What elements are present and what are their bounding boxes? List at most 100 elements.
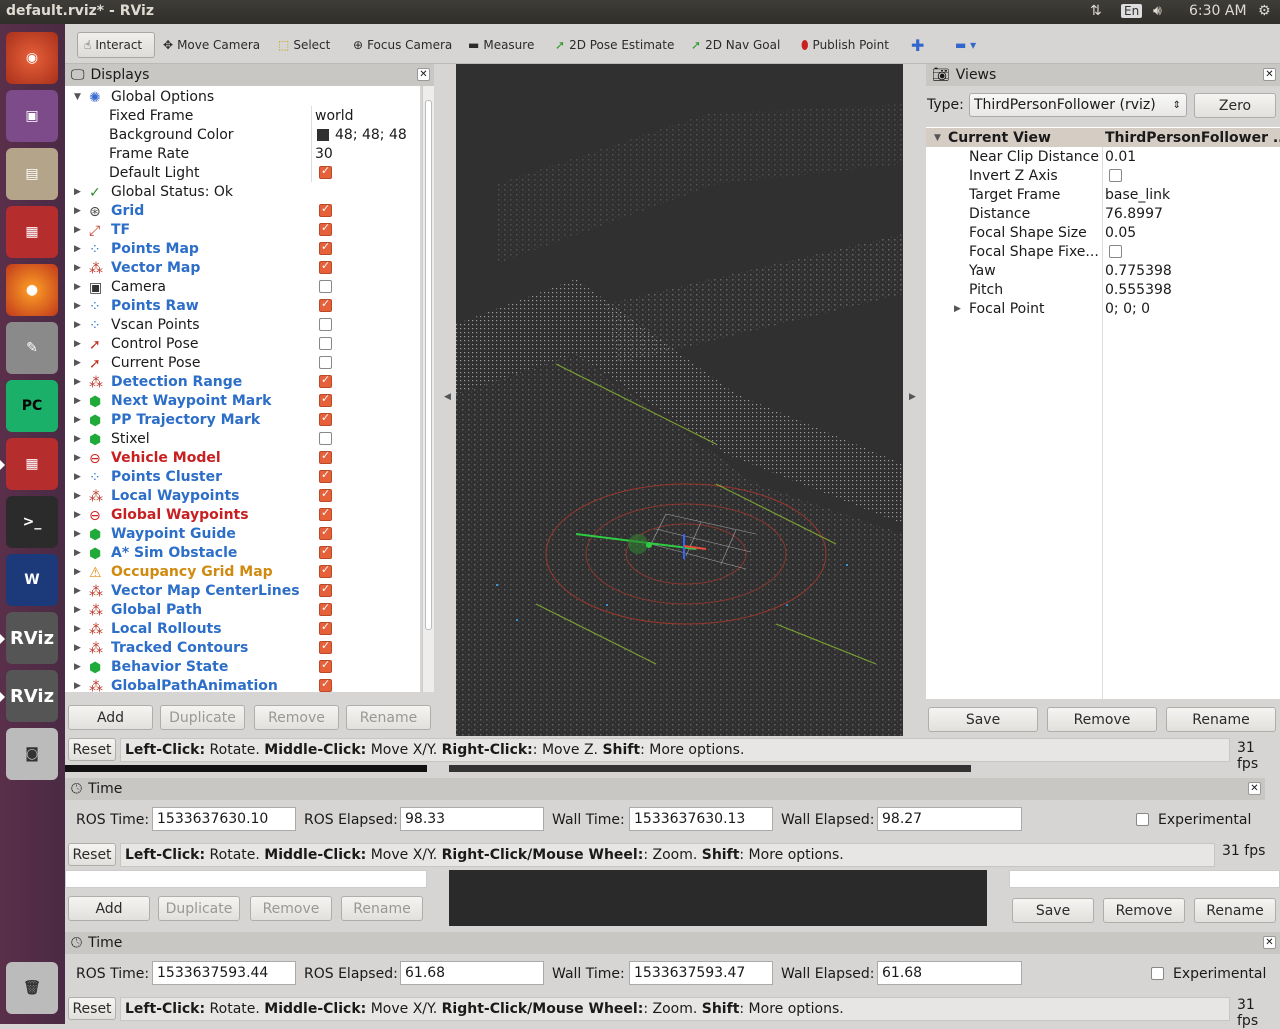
wall-time-field[interactable]: 1533637630.13 — [629, 807, 773, 831]
display-item-row[interactable]: ▶ ⁘ Points Cluster — [65, 467, 420, 486]
display-item-row[interactable]: ▶ ⤢ TF — [65, 220, 420, 239]
ghost-remove-button[interactable]: Remove — [250, 896, 332, 921]
keyboard-indicator[interactable]: En — [1121, 4, 1143, 18]
display-item-row[interactable]: ▶ ➚ Current Pose — [65, 353, 420, 372]
autoware-icon[interactable]: W — [6, 554, 58, 606]
expand-arrow-icon[interactable]: ▶ — [74, 263, 81, 273]
display-enable-checkbox[interactable] — [319, 240, 332, 255]
view-prop-row[interactable]: Target Frame base_link — [926, 185, 1280, 204]
display-enable-checkbox[interactable] — [319, 432, 332, 445]
display-item-row[interactable]: ▶ ⁂ Tracked Contours — [65, 638, 420, 657]
expand-arrow-icon[interactable]: ▶ — [74, 605, 81, 615]
display-enable-checkbox[interactable] — [319, 620, 332, 635]
reset-button[interactable]: Reset — [68, 997, 116, 1020]
collapse-right-icon[interactable]: ▶ — [909, 392, 916, 402]
rename-button[interactable]: Rename — [1166, 707, 1276, 732]
expand-arrow-icon[interactable]: ▼ — [934, 133, 941, 143]
display-item-row[interactable]: ▶ ⚠ Occupancy Grid Map — [65, 562, 420, 581]
color-swatch[interactable] — [317, 129, 329, 141]
ghost-duplicate-button[interactable]: Duplicate — [158, 896, 240, 921]
firefox-icon[interactable]: ● — [6, 264, 58, 316]
rviz-icon-2[interactable]: RViz — [0, 670, 58, 722]
expand-arrow-icon[interactable]: ▼ — [74, 92, 81, 102]
settings-icon[interactable]: ✎ — [6, 322, 58, 374]
expand-arrow-icon[interactable]: ▶ — [74, 662, 81, 672]
display-enable-checkbox[interactable] — [319, 318, 332, 331]
view-prop-row[interactable]: Pitch 0.555398 — [926, 280, 1280, 299]
interact-tool[interactable]: ☝ Interact — [77, 32, 155, 58]
files-icon[interactable]: ▤ — [6, 148, 58, 200]
display-enable-checkbox[interactable] — [319, 677, 332, 692]
clock[interactable]: 6:30 AM — [1189, 3, 1247, 19]
view-prop-row[interactable]: ▶ Focal Point 0; 0; 0 — [926, 299, 1280, 318]
volume-icon[interactable]: 🔊︎ — [1153, 3, 1162, 19]
pycharm-icon[interactable]: PC — [6, 380, 58, 432]
display-enable-checkbox[interactable] — [319, 449, 332, 464]
ros-elapsed-field[interactable]: 61.68 — [400, 961, 544, 985]
expand-arrow-icon[interactable]: ▶ — [74, 244, 81, 254]
display-enable-checkbox[interactable] — [319, 487, 332, 502]
network-icon[interactable]: ⇅ — [1090, 3, 1102, 19]
gear-icon[interactable]: ⚙ — [1258, 3, 1271, 19]
display-enable-checkbox[interactable] — [319, 337, 332, 350]
view-prop-row[interactable]: Yaw 0.775398 — [926, 261, 1280, 280]
display-enable-checkbox[interactable] — [319, 658, 332, 673]
remove-button[interactable]: Remove — [1047, 707, 1157, 732]
view-prop-row[interactable]: Near Clip Distance 0.01 — [926, 147, 1280, 166]
display-item-row[interactable]: ▶ ⬢ PP Trajectory Mark — [65, 410, 420, 429]
scrollbar-thumb[interactable] — [425, 100, 432, 630]
experimental-checkbox[interactable] — [1151, 967, 1164, 980]
expand-arrow-icon[interactable]: ▶ — [74, 567, 81, 577]
view-prop-checkbox[interactable] — [1109, 245, 1122, 258]
display-enable-checkbox[interactable] — [319, 280, 332, 293]
save-button[interactable]: Save — [928, 707, 1038, 732]
display-enable-checkbox[interactable] — [319, 202, 332, 217]
display-item-row[interactable]: ▶ ▣ Camera — [65, 277, 420, 296]
display-enable-checkbox[interactable] — [319, 563, 332, 578]
publish-point-tool[interactable]: ⬮ Publish Point — [801, 32, 889, 58]
expand-arrow-icon[interactable]: ▶ — [74, 320, 81, 330]
display-enable-checkbox[interactable] — [319, 544, 332, 559]
display-enable-checkbox[interactable] — [319, 506, 332, 521]
expand-arrow-icon[interactable]: ▶ — [74, 206, 81, 216]
display-enable-checkbox[interactable] — [319, 525, 332, 540]
ghost-rename-button[interactable]: Rename — [341, 896, 423, 921]
current-view-row[interactable]: ▼ Current View ThirdPersonFollower ... — [926, 128, 1280, 147]
view-prop-row[interactable]: Focal Shape Size 0.05 — [926, 223, 1280, 242]
display-enable-checkbox[interactable] — [319, 639, 332, 654]
display-item-row[interactable]: ▶ ⁂ Local Waypoints — [65, 486, 420, 505]
wall-elapsed-field[interactable]: 98.27 — [877, 807, 1022, 831]
display-item-row[interactable]: ▶ ⬢ Next Waypoint Mark — [65, 391, 420, 410]
rename-button[interactable]: Rename — [346, 705, 431, 730]
view-prop-checkbox[interactable] — [1109, 169, 1122, 182]
nav-goal-tool[interactable]: ➚ 2D Nav Goal — [691, 32, 780, 58]
reset-button[interactable]: Reset — [68, 738, 116, 761]
expand-arrow-icon[interactable]: ▶ — [74, 491, 81, 501]
view-prop-row[interactable]: Distance 76.8997 — [926, 204, 1280, 223]
displays-scrollbar[interactable] — [422, 86, 434, 692]
display-item-row[interactable]: ▶ ⁘ Points Map — [65, 239, 420, 258]
terminal-icon[interactable]: >_ — [6, 496, 58, 548]
default-light-checkbox[interactable] — [319, 164, 332, 179]
view-type-select[interactable]: ThirdPersonFollower (rviz) ⇕ — [969, 93, 1187, 117]
expand-arrow-icon[interactable]: ▶ — [74, 681, 81, 691]
expand-arrow-icon[interactable]: ▶ — [74, 301, 81, 311]
close-icon[interactable]: ✕ — [1263, 936, 1276, 949]
expand-arrow-icon[interactable]: ▶ — [74, 377, 81, 387]
wall-elapsed-field[interactable]: 61.68 — [877, 961, 1022, 985]
collapse-left-icon[interactable]: ◀ — [444, 392, 451, 402]
view-prop-row[interactable]: Invert Z Axis — [926, 166, 1280, 185]
pose-estimate-tool[interactable]: ➚ 2D Pose Estimate — [555, 32, 674, 58]
experimental-checkbox[interactable] — [1136, 813, 1149, 826]
focus-camera-tool[interactable]: ⊕ Focus Camera — [353, 32, 452, 58]
add-button[interactable]: Add — [68, 705, 153, 730]
display-item-row[interactable]: ▶ ⁘ Vscan Points — [65, 315, 420, 334]
rviz-icon[interactable]: RViz — [0, 612, 58, 664]
display-enable-checkbox[interactable] — [319, 601, 332, 616]
display-item-row[interactable]: ▶ ➚ Control Pose — [65, 334, 420, 353]
ros-time-field[interactable]: 1533637630.10 — [152, 807, 296, 831]
expand-arrow-icon[interactable]: ▶ — [74, 396, 81, 406]
display-enable-checkbox[interactable] — [319, 411, 332, 426]
zero-button[interactable]: Zero — [1194, 93, 1276, 118]
display-item-row[interactable]: ▶ ⁂ Global Path — [65, 600, 420, 619]
